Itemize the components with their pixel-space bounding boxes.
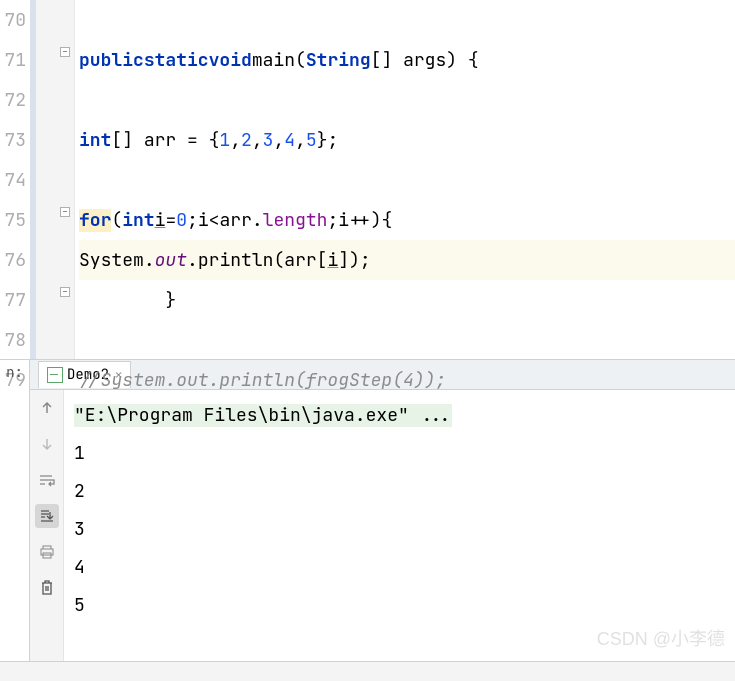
console-line: 3 [74,510,725,548]
line-number: 78 [0,320,30,360]
number: 1 [219,129,230,152]
up-arrow-icon[interactable] [35,396,59,420]
line-number: 77 [0,280,30,320]
number: 5 [306,129,317,152]
number: 0 [176,209,187,232]
change-marker [30,0,36,359]
scroll-to-end-icon[interactable] [35,504,59,528]
console-command-line: "E:\Program Files\bin\java.exe" ... [74,396,725,434]
soft-wrap-icon[interactable] [35,468,59,492]
code-editor[interactable]: 70 71 72 73 74 75 76 77 78 79 public sta… [0,0,735,360]
identifier: arr [219,209,251,232]
code-line[interactable]: } [79,280,735,320]
number: 3 [263,129,274,152]
fold-marker-icon[interactable] [60,287,70,297]
console-line: 5 [74,586,725,624]
console-command: "E:\Program Files\bin\java.exe" ... [74,404,452,427]
identifier: arr [144,129,176,152]
code-line[interactable]: System.out.println(arr[i]); [79,240,735,280]
line-number: 72 [0,80,30,120]
number: 2 [241,129,252,152]
identifier: args [403,49,446,72]
status-bar[interactable] [0,661,735,681]
identifier: i [327,249,338,272]
number: 4 [284,129,295,152]
code-line[interactable]: int[] arr = {1,2,3,4,5}; [79,120,735,160]
application-icon [47,367,63,383]
field: out [155,249,187,272]
code-line[interactable] [79,80,735,120]
keyword: int [122,209,154,232]
method: println [198,249,274,272]
run-panel-label: n: [0,360,30,681]
keyword: public [79,49,144,72]
code-line[interactable] [79,0,735,40]
keyword: int [79,129,111,152]
identifier: main [252,49,295,72]
identifier: System [79,249,144,272]
line-number: 76 [0,240,30,280]
code-content[interactable]: public static void main(String[] args) {… [75,0,735,359]
console-line: 2 [74,472,725,510]
line-number: 73 [0,120,30,160]
comment: // [79,369,101,392]
line-number: 70 [0,0,30,40]
keyword: void [209,49,252,72]
line-number: 74 [0,160,30,200]
identifier: i [155,209,166,232]
code-line[interactable] [79,320,735,360]
fold-marker-icon[interactable] [60,207,70,217]
code-line[interactable]: public static void main(String[] args) { [79,40,735,80]
comment: System.out.println(frogStep(4)); [101,369,447,392]
console-line: 4 [74,548,725,586]
keyword: static [144,49,209,72]
property: length [263,209,328,232]
code-line[interactable]: // System.out.println(frogStep(4)); [79,360,735,400]
console-line: 1 [74,434,725,472]
console-toolbar [30,390,64,681]
identifier: arr [284,249,316,272]
print-icon[interactable] [35,540,59,564]
line-number-column: 70 71 72 73 74 75 76 77 78 79 [0,0,30,359]
editor-gutter[interactable] [30,0,75,359]
line-number: 75 [0,200,30,240]
fold-marker-icon[interactable] [60,47,70,57]
keyword: for [79,209,111,232]
down-arrow-icon[interactable] [35,432,59,456]
code-line[interactable]: for(int i=0;i<arr.length;i++){ [79,200,735,240]
code-line[interactable] [79,160,735,200]
trash-icon[interactable] [35,576,59,600]
watermark: CSDN @小李德 [597,625,725,651]
type: String [306,49,371,72]
line-number: 71 [0,40,30,80]
